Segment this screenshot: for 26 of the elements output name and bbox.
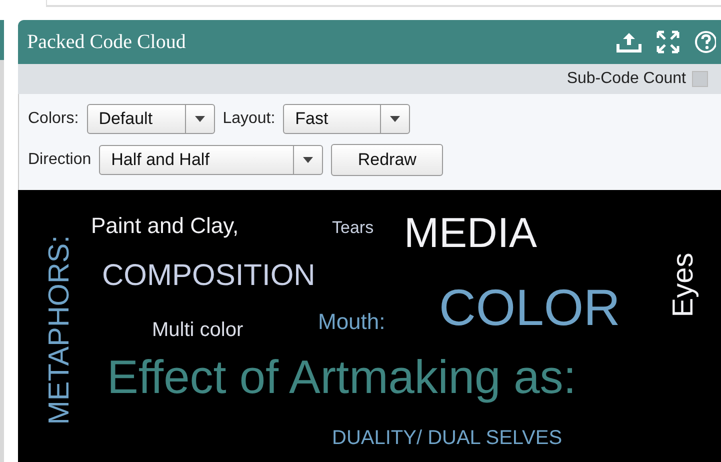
caret-icon xyxy=(303,157,314,163)
cloud-word: Tears xyxy=(332,219,374,236)
panel-title: Packed Code Cloud xyxy=(27,30,186,54)
cloud-word: MEDIA xyxy=(404,212,538,254)
cloud-word: COLOR xyxy=(439,282,620,333)
control-label: Layout: xyxy=(222,110,276,128)
caret-icon xyxy=(390,116,400,122)
sub-code-count-checkbox[interactable] xyxy=(692,71,708,87)
cloud-word: Multi color xyxy=(152,320,244,340)
redraw-button[interactable]: Redraw xyxy=(331,144,444,176)
caret-icon xyxy=(194,116,205,122)
cloud-word: COMPOSITION xyxy=(102,261,316,291)
cloud-word: DUALITY/ DUAL SELVES xyxy=(332,428,562,448)
upload-icon[interactable] xyxy=(616,31,642,53)
cloud-word: Eyes xyxy=(670,252,698,318)
dropdown[interactable]: Half and Half xyxy=(99,145,324,175)
cloud-word: METAPHORS: xyxy=(46,235,74,425)
dropdown[interactable]: Default xyxy=(86,104,215,134)
control-label: Colors: xyxy=(28,110,79,128)
control-label: Direction xyxy=(28,151,92,169)
cloud-word: Mouth: xyxy=(318,311,386,333)
sub-code-count-label: Sub-Code Count xyxy=(566,70,686,88)
help-icon[interactable] xyxy=(694,30,716,54)
cloud-word: Paint and Clay, xyxy=(91,215,239,237)
dropdown[interactable]: Fast xyxy=(283,104,410,134)
expand-icon[interactable] xyxy=(656,30,680,54)
